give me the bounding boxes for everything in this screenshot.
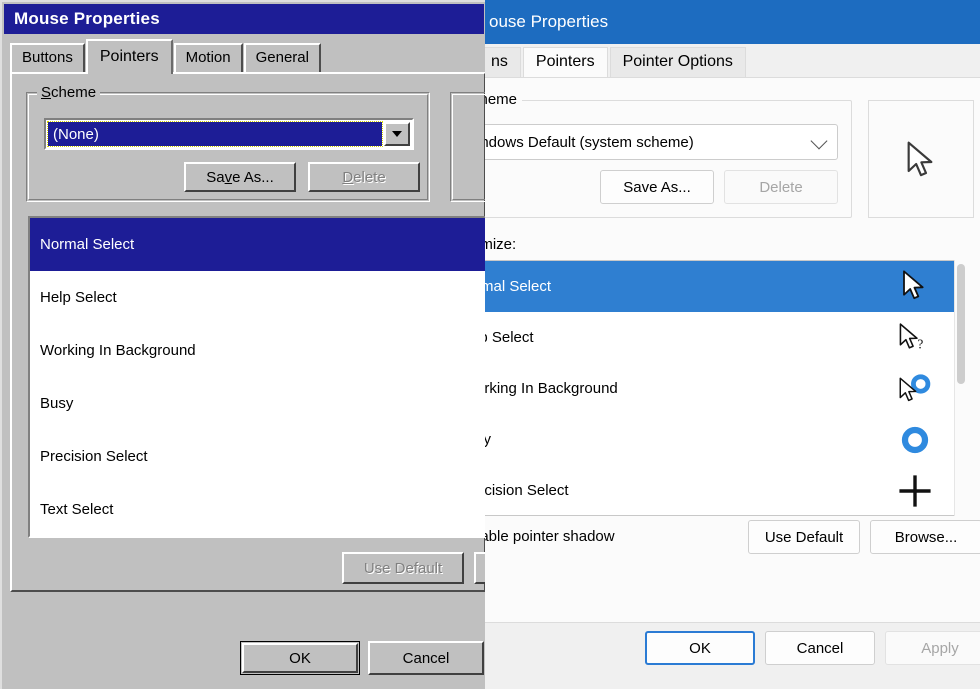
classic-mouse-properties-dialog: Mouse Properties Buttons Pointers Motion…: [0, 0, 486, 689]
list-item-label: lp Select: [485, 329, 534, 346]
chevron-down-icon[interactable]: [384, 122, 410, 146]
modern-window-title: ouse Properties: [489, 12, 609, 31]
classic-tab-panel: Scheme (None) Save As... Delete Normal S…: [10, 72, 486, 592]
ok-button-label: OK: [289, 649, 311, 667]
modern-tab-pointers-label: Pointers: [535, 53, 595, 70]
scheme-combobox[interactable]: (None): [44, 118, 414, 150]
modern-cancel-button-label: Cancel: [796, 639, 844, 657]
list-item-label: ecision Select: [485, 482, 569, 499]
busy-ring-cursor-icon: [898, 423, 932, 457]
list-item-label: Text Select: [40, 501, 114, 518]
chevron-down-icon: [810, 132, 828, 150]
modern-scheme-group-label: cheme: [485, 91, 523, 108]
screenshot-stage: Mouse Properties Buttons Pointers Motion…: [0, 0, 980, 689]
list-item[interactable]: Busy: [30, 377, 486, 430]
cancel-button-label: Cancel: [402, 649, 450, 667]
list-item-label: orking In Background: [485, 380, 618, 397]
modern-scheme-combobox-value: indows Default (system scheme): [485, 133, 694, 151]
save-as-button[interactable]: Save As...: [184, 162, 296, 192]
arrow-busy-cursor-icon: [898, 372, 932, 406]
modern-tab-pointer-options[interactable]: Pointer Options: [609, 47, 746, 77]
list-item-label: Help Select: [40, 289, 117, 306]
arrow-cursor-icon: [898, 270, 932, 304]
tab-general[interactable]: General: [243, 43, 321, 72]
customize-label: omize:: [485, 236, 517, 253]
enable-pointer-shadow-label: nable pointer shadow: [485, 528, 615, 545]
tab-buttons-label: Buttons: [22, 49, 73, 66]
list-item-label: sy: [485, 431, 491, 448]
classic-window-title: Mouse Properties: [14, 9, 160, 28]
crosshair-cursor-icon: [898, 474, 932, 508]
list-item[interactable]: Working In Background: [30, 324, 486, 377]
modern-tab-buttons[interactable]: ns: [485, 47, 521, 77]
modern-pointer-preview: [868, 100, 974, 218]
tab-general-label: General: [255, 49, 309, 66]
list-item[interactable]: Text Select: [30, 483, 486, 536]
modern-ok-button[interactable]: OK: [645, 631, 755, 665]
modern-tab-strip: ns Pointers Pointer Options: [485, 44, 980, 78]
modern-mouse-properties-dialog: ouse Properties ns Pointers Pointer Opti…: [485, 0, 980, 689]
classic-preview-group-box: [450, 92, 486, 202]
list-item[interactable]: ecision Select: [485, 465, 954, 515]
tab-pointers[interactable]: Pointers: [85, 39, 173, 74]
list-item-label: Working In Background: [40, 342, 196, 359]
modern-tab-pointers[interactable]: Pointers: [522, 47, 608, 77]
modern-use-default-button[interactable]: Use Default: [748, 520, 860, 554]
pointer-list[interactable]: Normal Select Help Select Working In Bac…: [28, 216, 486, 538]
delete-button[interactable]: Delete: [308, 162, 420, 192]
list-item[interactable]: orking In Background: [485, 363, 954, 414]
scheme-group-label: Scheme: [37, 84, 101, 101]
list-item[interactable]: Precision Select: [30, 430, 486, 483]
list-item-label: Precision Select: [40, 448, 148, 465]
modern-tab-panel: cheme indows Default (system scheme) Sav…: [485, 78, 980, 673]
tab-motion-label: Motion: [185, 49, 231, 66]
classic-tab-strip: Buttons Pointers Motion General: [10, 39, 486, 74]
cancel-button[interactable]: Cancel: [368, 641, 484, 675]
modern-save-as-button[interactable]: Save As...: [600, 170, 714, 204]
list-item[interactable]: lp Select ?: [485, 312, 954, 363]
ok-button[interactable]: OK: [240, 641, 360, 675]
modern-scheme-combobox[interactable]: indows Default (system scheme): [485, 124, 838, 160]
svg-text:?: ?: [917, 336, 923, 351]
modern-dialog-canvas: ouse Properties ns Pointers Pointer Opti…: [485, 0, 980, 689]
scrollbar-thumb[interactable]: [957, 264, 965, 384]
use-default-button[interactable]: Use Default: [342, 552, 464, 584]
arrow-cursor-icon: [907, 141, 933, 177]
modern-tab-pointer-options-label: Pointer Options: [622, 53, 733, 70]
modern-cancel-button[interactable]: Cancel: [765, 631, 875, 665]
modern-delete-button[interactable]: Delete: [724, 170, 838, 204]
list-item[interactable]: rmal Select: [485, 261, 954, 312]
list-item-label: Normal Select: [40, 236, 135, 253]
scheme-combobox-value: (None): [47, 121, 383, 147]
list-item[interactable]: Normal Select: [30, 218, 486, 271]
tab-motion[interactable]: Motion: [173, 43, 243, 72]
modern-titlebar: ouse Properties: [485, 0, 980, 44]
arrow-help-cursor-icon: ?: [898, 321, 932, 355]
list-item[interactable]: Help Select: [30, 271, 486, 324]
modern-pointer-list[interactable]: rmal Select lp Select ?: [485, 260, 954, 516]
list-scrollbar[interactable]: [954, 260, 967, 516]
modern-dialog-footer: OK Cancel Apply: [485, 622, 980, 673]
tab-pointers-label: Pointers: [99, 48, 159, 65]
modern-tab-buttons-label: ns: [491, 53, 508, 70]
modern-browse-button[interactable]: Browse...: [870, 520, 980, 554]
modern-apply-button-label: Apply: [921, 639, 959, 657]
modern-ok-button-label: OK: [689, 639, 711, 657]
classic-titlebar: Mouse Properties: [4, 4, 484, 34]
list-item-label: Busy: [40, 395, 74, 412]
list-item-label: rmal Select: [485, 278, 552, 295]
list-item[interactable]: sy: [485, 414, 954, 465]
tab-buttons[interactable]: Buttons: [10, 43, 85, 72]
enable-pointer-shadow-checkbox[interactable]: nable pointer shadow: [485, 528, 615, 545]
modern-apply-button[interactable]: Apply: [885, 631, 980, 665]
